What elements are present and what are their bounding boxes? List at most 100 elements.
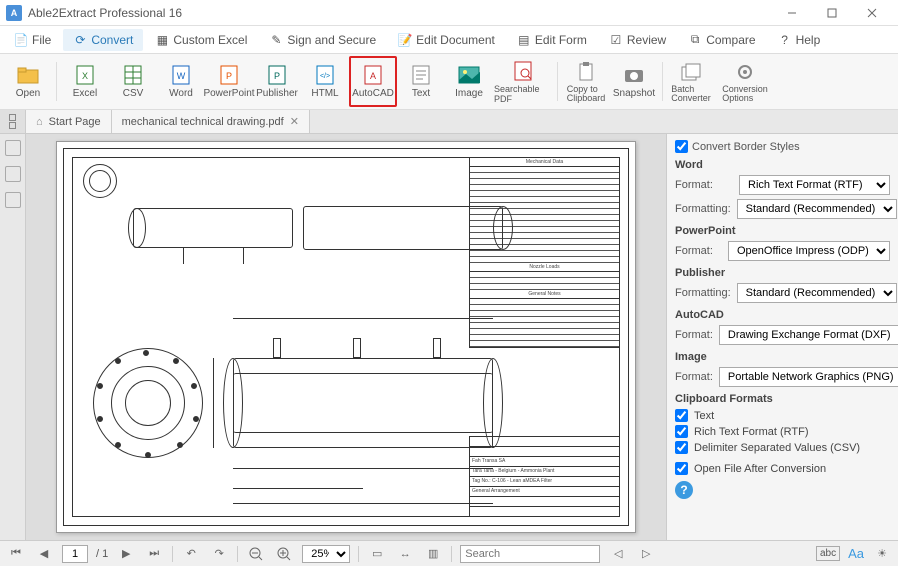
html-file-icon: </>	[313, 64, 337, 86]
svg-text:P: P	[274, 71, 280, 81]
edit-doc-icon: 📝	[398, 33, 412, 47]
menu-sign-secure[interactable]: ✎Sign and Secure	[259, 29, 386, 51]
svg-text:</>: </>	[320, 73, 330, 80]
tool-snapshot[interactable]: Snapshot	[610, 56, 658, 107]
tool-batch-converter[interactable]: Batch Converter	[667, 56, 715, 107]
nav-last[interactable]: ⏭	[144, 545, 164, 563]
svg-text:P: P	[226, 71, 232, 81]
spec-table: Mechanical Data Nozzle Loads General Not…	[469, 158, 619, 348]
zoom-out[interactable]	[246, 545, 266, 563]
section-image: Image	[675, 351, 890, 363]
menu-custom-excel[interactable]: ▦Custom Excel	[145, 29, 257, 51]
tool-copy-clipboard[interactable]: Copy to Clipboard	[562, 56, 610, 107]
fit-page[interactable]: ▭	[367, 545, 387, 563]
menu-convert[interactable]: ⟳Convert	[63, 29, 143, 51]
toggle-view[interactable]: ▥	[423, 545, 443, 563]
document-canvas[interactable]: Mechanical Data Nozzle Loads General Not…	[26, 134, 666, 540]
tab-close-icon[interactable]: ✕	[290, 115, 299, 128]
clipboard-icon	[574, 61, 598, 83]
close-button[interactable]	[852, 0, 892, 26]
theme-toggle[interactable]: ☀	[872, 545, 892, 563]
camera-icon	[622, 64, 646, 86]
zoom-in[interactable]	[274, 545, 294, 563]
autocad-file-icon: A	[361, 64, 385, 86]
search-input[interactable]	[460, 545, 600, 563]
zoom-select[interactable]: 25%	[302, 545, 350, 563]
tab-document[interactable]: mechanical technical drawing.pdf✕	[112, 110, 310, 133]
cb-csv[interactable]: Delimiter Separated Values (CSV)	[675, 441, 890, 454]
maximize-button[interactable]	[812, 0, 852, 26]
cb-rtf[interactable]: Rich Text Format (RTF)	[675, 425, 890, 438]
left-rail	[0, 134, 26, 540]
edit-form-icon: ▤	[517, 33, 531, 47]
excel-icon: ▦	[155, 33, 169, 47]
cb-open-after[interactable]: Open File After Conversion	[675, 462, 890, 475]
pdf-page: Mechanical Data Nozzle Loads General Not…	[56, 141, 636, 533]
tool-powerpoint[interactable]: PPowerPoint	[205, 56, 253, 107]
pdf-search-icon	[511, 60, 535, 82]
menubar: 📄File ⟳Convert ▦Custom Excel ✎Sign and S…	[0, 26, 898, 54]
toolbar: Open XExcel CSV WWord PPowerPoint PPubli…	[0, 54, 898, 110]
rail-thumbnails[interactable]	[5, 140, 21, 156]
search-next[interactable]: ▷	[636, 545, 656, 563]
tool-html[interactable]: </>HTML	[301, 56, 349, 107]
tool-excel[interactable]: XExcel	[61, 56, 109, 107]
menu-compare[interactable]: ⧉Compare	[678, 29, 765, 51]
rotate-right[interactable]: ↷	[209, 545, 229, 563]
fit-width[interactable]: ↔	[395, 545, 415, 563]
search-prev[interactable]: ◁	[608, 545, 628, 563]
page-total: / 1	[96, 548, 108, 560]
file-icon: 📄	[14, 33, 28, 47]
menu-edit-document[interactable]: 📝Edit Document	[388, 29, 505, 51]
tabbar: ⌂Start Page mechanical technical drawing…	[0, 110, 898, 134]
tool-searchable-pdf[interactable]: Searchable PDF	[493, 56, 553, 107]
tab-start-page[interactable]: ⌂Start Page	[26, 110, 112, 133]
tool-csv[interactable]: CSV	[109, 56, 157, 107]
image-file-icon	[457, 64, 481, 86]
convert-icon: ⟳	[73, 33, 87, 47]
tool-image[interactable]: Image	[445, 56, 493, 107]
word-formatting-select[interactable]: Standard (Recommended)	[737, 199, 897, 219]
nav-prev[interactable]: ◀	[34, 545, 54, 563]
statusbar: ⏮ ◀ / 1 ▶ ⏭ ↶ ↷ 25% ▭ ↔ ▥ ◁ ▷ abc Aa ☀	[0, 540, 898, 566]
text-tool[interactable]: Aa	[848, 546, 864, 561]
section-word: Word	[675, 159, 890, 171]
tool-autocad[interactable]: AAutoCAD	[349, 56, 397, 107]
img-format-select[interactable]: Portable Network Graphics (PNG)	[719, 367, 898, 387]
nav-first[interactable]: ⏮	[6, 545, 26, 563]
pub-formatting-select[interactable]: Standard (Recommended)	[737, 283, 897, 303]
rail-attachments[interactable]	[5, 192, 21, 208]
gear-icon	[733, 61, 757, 83]
menu-review[interactable]: ☑Review	[599, 29, 676, 51]
rotate-left[interactable]: ↶	[181, 545, 201, 563]
tool-text[interactable]: Text	[397, 56, 445, 107]
view-toggle[interactable]	[0, 110, 26, 133]
ppt-format-select[interactable]: OpenOffice Impress (ODP)	[728, 241, 890, 261]
match-case[interactable]: abc	[816, 546, 840, 561]
help-icon: ?	[778, 33, 792, 47]
menu-file[interactable]: 📄File	[4, 29, 61, 51]
svg-text:W: W	[177, 71, 186, 81]
svg-text:X: X	[82, 71, 88, 81]
tool-open[interactable]: Open	[4, 56, 52, 107]
text-file-icon	[409, 64, 433, 86]
home-icon: ⌂	[36, 116, 43, 128]
nav-next[interactable]: ▶	[116, 545, 136, 563]
section-publisher: Publisher	[675, 267, 890, 279]
excel-file-icon: X	[73, 64, 97, 86]
menu-help[interactable]: ?Help	[768, 29, 831, 51]
page-current-input[interactable]	[62, 545, 88, 563]
cad-format-select[interactable]: Drawing Exchange Format (DXF)	[719, 325, 898, 345]
tool-conversion-options[interactable]: Conversion Options	[715, 56, 775, 107]
tool-word[interactable]: WWord	[157, 56, 205, 107]
cb-text[interactable]: Text	[675, 409, 890, 422]
publisher-file-icon: P	[265, 64, 289, 86]
section-clipboard: Clipboard Formats	[675, 393, 890, 405]
rail-bookmarks[interactable]	[5, 166, 21, 182]
convert-border-styles-check[interactable]: Convert Border Styles	[675, 140, 890, 153]
menu-edit-form[interactable]: ▤Edit Form	[507, 29, 597, 51]
word-format-select[interactable]: Rich Text Format (RTF)	[739, 175, 890, 195]
minimize-button[interactable]	[772, 0, 812, 26]
help-bubble[interactable]: ?	[675, 481, 693, 499]
tool-publisher[interactable]: PPublisher	[253, 56, 301, 107]
